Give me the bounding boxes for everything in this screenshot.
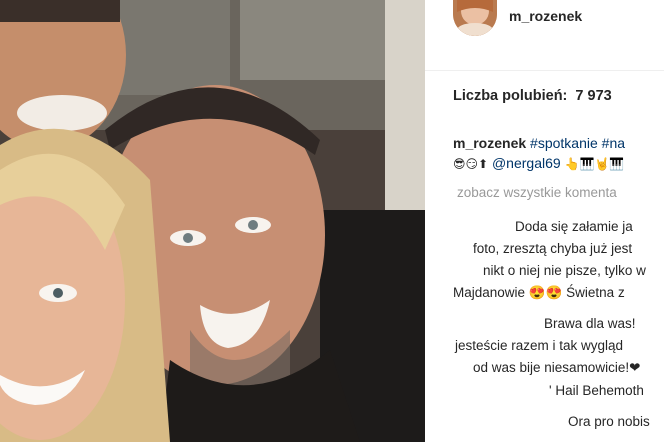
profile-avatar[interactable] [453,0,497,36]
comment-line: Majdanowie 😍😍 Świetna z [453,285,625,300]
likes-label: Liczba polubień: [453,88,568,104]
caption-hashtags[interactable]: #spotkanie #na [530,135,625,151]
comment-line: nikt o niej nie pisze, tylko w [483,263,646,278]
header-username[interactable]: m_rozenek [509,8,582,24]
post-sidebar: m_rozenek Liczba polubień: 7 973 m_rozen… [425,0,664,442]
comment-line: Doda się załamie ja [515,219,633,234]
view-all-comments-link[interactable]: zobacz wszystkie komenta [457,185,617,200]
comment-line: jesteście razem i tak wygląd [455,338,624,353]
post-photo[interactable] [0,0,425,442]
post-header: m_rozenek [425,0,664,71]
likes-number: 7 973 [575,88,612,104]
comment-line: Brawa dla was! [544,316,636,331]
comment-line: od was bije niesamowicie!❤ [473,360,641,375]
caption-continuation: 😎😏⬆ @nergal69 👆🎹🤘🎹 [453,153,624,174]
comment-line: ' Hail Behemoth [549,383,644,398]
caption-username[interactable]: m_rozenek [453,135,526,151]
comment-line: Ora pro nobis [568,414,650,429]
post-photo-illustration [0,0,425,442]
emoji-sequence: 😎😏⬆ [453,157,489,171]
caption-mention[interactable]: @nergal69 [492,155,561,171]
avatar-image-icon [453,0,497,36]
likes-count: Liczba polubień: 7 973 [453,88,612,104]
emoji-sequence-end: 👆🎹🤘🎹 [564,157,625,171]
post-caption: m_rozenek #spotkanie #na [453,133,625,153]
comment-line: foto, zresztą chyba już jest [473,241,633,256]
